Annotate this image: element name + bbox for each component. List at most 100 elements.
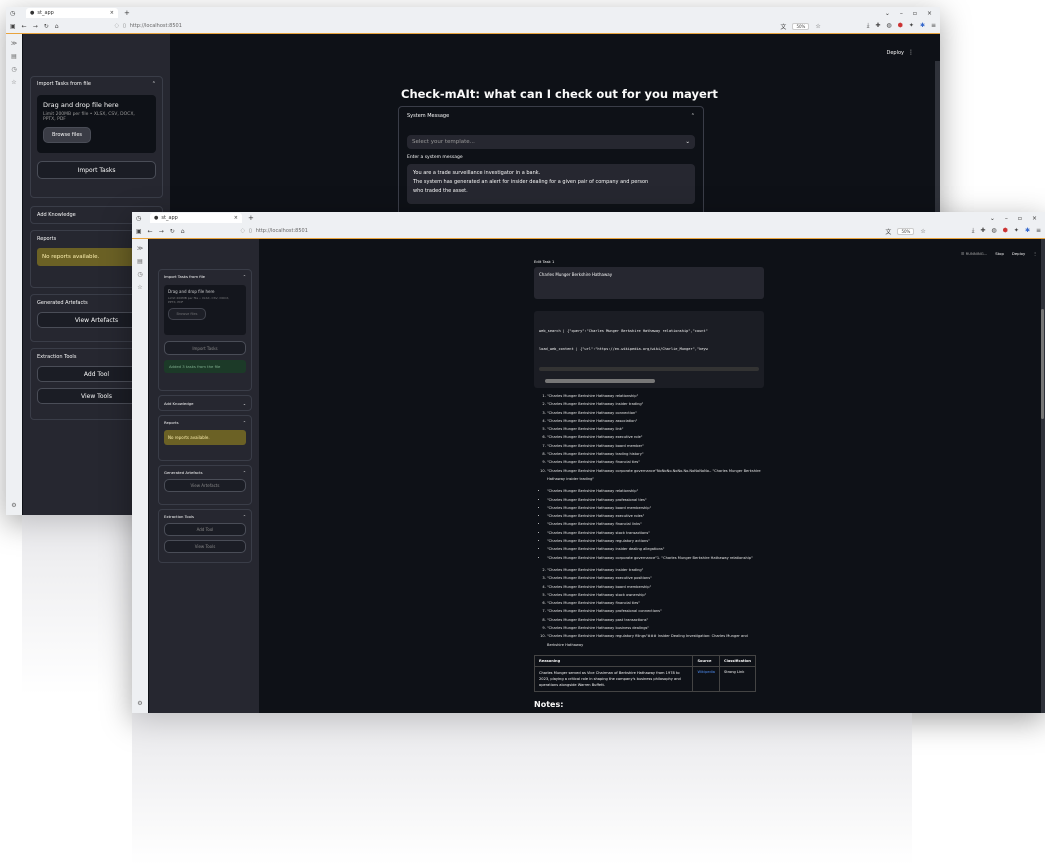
home-icon[interactable]: ⌂ — [181, 228, 185, 235]
code-scrollbar-thumb[interactable] — [545, 379, 655, 383]
minimize-icon[interactable]: – — [1005, 215, 1008, 222]
chevron-up-icon[interactable]: ⌃ — [691, 113, 695, 119]
download-icon[interactable]: ⤓ — [972, 227, 975, 235]
settings-icon[interactable]: ⚙ — [137, 700, 142, 707]
button-label: Import Tasks — [77, 166, 116, 174]
bookmark-star-icon[interactable]: ☆ — [815, 23, 820, 30]
translate-icon[interactable]: 文 — [780, 22, 786, 31]
browser-tab[interactable]: ● st_app × — [26, 8, 118, 18]
code-scrollbar[interactable] — [539, 367, 759, 383]
reload-icon[interactable]: ↻ — [170, 228, 175, 235]
task-textarea[interactable]: Charles Munger Berkshire Hathaway — [534, 267, 764, 299]
address-bar[interactable]: ◌ ▯ http://localhost:8501 — [115, 21, 775, 31]
list-item: "Charles Munger Berkshire Hathaway assoc… — [547, 417, 764, 425]
import-tasks-expander[interactable]: Import Tasks from file ⌃ Drag and drop f… — [158, 269, 252, 391]
puzzle-icon[interactable]: ✱ — [920, 22, 925, 30]
sidebar-toggle-icon[interactable]: ▣ — [136, 228, 142, 235]
history-icon[interactable]: ◷ — [137, 271, 142, 278]
chevron-up-icon[interactable]: ⌃ — [243, 274, 246, 279]
file-dropzone[interactable]: Drag and drop file here Limit 200MB per … — [37, 95, 156, 153]
pocket-icon[interactable]: ◍ — [886, 22, 891, 30]
star-icon[interactable]: ☆ — [11, 79, 16, 86]
extension-icon[interactable]: ✦ — [1014, 227, 1019, 235]
close-tab-icon[interactable]: × — [110, 10, 114, 16]
browse-files-button[interactable]: Browse files — [168, 308, 206, 320]
new-tab-icon[interactable]: + — [124, 9, 130, 17]
template-select[interactable]: Select your template... ⌄ — [407, 135, 695, 149]
main-menu-icon[interactable]: ⋮ — [908, 49, 914, 56]
back-icon[interactable]: ← — [148, 228, 153, 235]
menu-icon[interactable]: ≡ — [931, 22, 936, 30]
import-tasks-button[interactable]: Import Tasks — [37, 161, 156, 179]
import-tasks-expander[interactable]: Import Tasks from file ⌃ Drag and drop f… — [30, 76, 163, 198]
chevron-down-icon[interactable]: ⌄ — [243, 401, 246, 406]
close-window-icon[interactable]: × — [927, 10, 932, 17]
source-link[interactable]: Wikipedia — [692, 665, 720, 692]
zoom-level[interactable]: 50% — [792, 22, 810, 30]
generated-artefacts-expander[interactable]: Generated Artefacts ⌃ View Artefacts — [158, 465, 252, 505]
new-tab-icon[interactable]: + — [248, 214, 254, 222]
forward-icon[interactable]: → — [159, 228, 164, 235]
edit-task-label: Edit Task 1 — [534, 259, 555, 264]
settings-icon[interactable]: ⚙ — [11, 502, 16, 509]
ublock-icon[interactable]: ⬢ — [1003, 227, 1008, 235]
front-window-reflection — [132, 713, 912, 865]
import-tasks-button[interactable]: Import Tasks — [164, 341, 246, 355]
alert-text: Added 3 tasks from the file — [169, 364, 221, 369]
file-dropzone[interactable]: Drag and drop file here Limit 200MB per … — [164, 285, 246, 335]
chevron-up-icon[interactable]: ⌃ — [152, 81, 156, 87]
ublock-icon[interactable]: ⬢ — [898, 22, 903, 30]
bookmarks-icon[interactable]: ▤ — [11, 53, 17, 60]
extraction-tools-expander[interactable]: Extraction Tools ⌃ Add Tool View Tools — [158, 509, 252, 563]
expander-title: Generated Artefacts — [164, 470, 203, 475]
chevron-up-icon[interactable]: ⌃ — [243, 420, 246, 425]
extension-icon[interactable]: ✚ — [980, 227, 985, 235]
star-icon[interactable]: ☆ — [137, 284, 142, 291]
reload-icon[interactable]: ↻ — [44, 23, 49, 30]
stop-button[interactable]: Stop — [995, 251, 1004, 256]
view-tools-button[interactable]: View Tools — [164, 540, 246, 553]
tab-list-icon[interactable]: ⌄ — [990, 215, 995, 222]
home-icon[interactable]: ⌂ — [55, 23, 59, 30]
back-icon[interactable]: ← — [22, 23, 27, 30]
pocket-icon[interactable]: ◍ — [991, 227, 996, 235]
address-bar[interactable]: ◌ ▯ http://localhost:8501 — [241, 226, 880, 236]
history-icon[interactable]: ◷ — [10, 10, 15, 17]
close-tab-icon[interactable]: × — [234, 215, 238, 221]
deploy-button[interactable]: Deploy — [1012, 251, 1025, 256]
history-icon[interactable]: ◷ — [136, 215, 141, 222]
menu-icon[interactable]: ≡ — [1036, 227, 1041, 235]
minimize-icon[interactable]: – — [900, 10, 903, 17]
panel-toggle-icon[interactable]: ≫ — [137, 245, 143, 252]
browse-files-button[interactable]: Browse files — [43, 127, 91, 143]
add-knowledge-expander[interactable]: Add Knowledge ⌄ — [158, 395, 252, 411]
tab-bar: ◷ ● st_app × + ⌄ – ▫ × — [132, 212, 1045, 224]
panel-toggle-icon[interactable]: ≫ — [11, 40, 17, 47]
translate-icon[interactable]: 文 — [885, 227, 891, 236]
forward-icon[interactable]: → — [33, 23, 38, 30]
zoom-level[interactable]: 50% — [897, 227, 915, 235]
sidebar-toggle-icon[interactable]: ▣ — [10, 23, 16, 30]
chevron-up-icon[interactable]: ⌃ — [243, 514, 246, 519]
browser-tab[interactable]: ● st_app × — [150, 213, 242, 223]
bookmarks-icon[interactable]: ▤ — [137, 258, 143, 265]
reports-expander[interactable]: Reports ⌃ No reports available. — [158, 415, 252, 461]
puzzle-icon[interactable]: ✱ — [1025, 227, 1030, 235]
add-tool-button[interactable]: Add Tool — [164, 523, 246, 536]
main-menu-icon[interactable]: ⋮ — [1033, 251, 1037, 256]
view-artefacts-button[interactable]: View Artefacts — [164, 479, 246, 492]
history-icon[interactable]: ◷ — [11, 66, 16, 73]
close-window-icon[interactable]: × — [1032, 215, 1037, 222]
maximize-icon[interactable]: ▫ — [913, 10, 917, 17]
button-label: View Tools — [81, 392, 112, 400]
maximize-icon[interactable]: ▫ — [1018, 215, 1022, 222]
download-icon[interactable]: ⤓ — [867, 22, 870, 30]
main-scrollbar-thumb[interactable] — [1041, 309, 1044, 419]
chevron-up-icon[interactable]: ⌃ — [243, 470, 246, 475]
system-message-textarea[interactable]: You are a trade surveillance investigato… — [407, 164, 695, 204]
bookmark-star-icon[interactable]: ☆ — [920, 228, 925, 235]
tab-list-icon[interactable]: ⌄ — [885, 10, 890, 17]
deploy-button[interactable]: Deploy — [886, 50, 904, 56]
extension-icon[interactable]: ✚ — [875, 22, 880, 30]
extension-icon[interactable]: ✦ — [909, 22, 914, 30]
